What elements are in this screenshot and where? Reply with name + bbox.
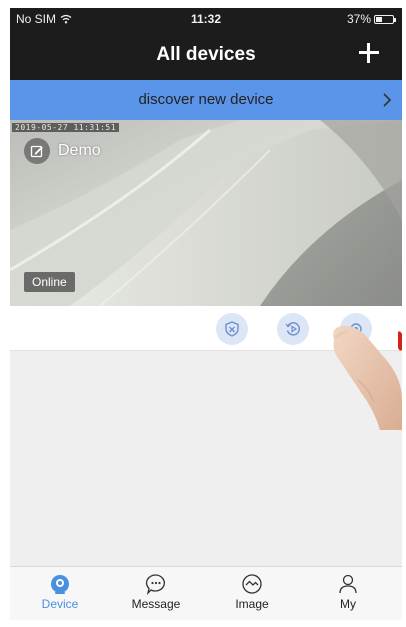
device-actions-row <box>10 306 402 351</box>
battery-icon <box>374 14 396 24</box>
message-icon <box>145 574 165 595</box>
tab-message-label: Message <box>131 597 181 611</box>
device-name-row: Demo <box>24 138 101 164</box>
battery-percent: 37% <box>346 12 371 26</box>
status-time: 11:32 <box>190 12 222 26</box>
tab-device-label: Device <box>41 597 79 611</box>
edit-icon[interactable] <box>24 138 50 164</box>
discover-label: discover new device <box>138 91 274 108</box>
tab-message[interactable]: Message <box>120 571 192 619</box>
tab-image-label: Image <box>235 597 269 611</box>
chevron-right-icon <box>383 93 392 107</box>
discover-device-banner[interactable]: discover new device <box>10 80 402 120</box>
settings-icon <box>350 323 362 335</box>
camera-timestamp: 2019-05-27 11:31:51 <box>12 123 120 132</box>
guard-button[interactable] <box>216 313 248 345</box>
camera-preview[interactable]: 2019-05-27 11:31:51 Demo Online <box>10 120 402 306</box>
phone-screen: No SIM 11:32 37% All devices discover ne… <box>10 8 402 620</box>
tab-device[interactable]: Device <box>24 571 96 619</box>
tab-my[interactable]: My <box>312 571 384 619</box>
top-bar: No SIM 11:32 37% All devices <box>10 8 402 80</box>
playback-icon <box>285 322 300 336</box>
shield-icon <box>225 321 239 337</box>
bottom-tab-bar: Device Message Image My <box>10 566 402 620</box>
settings-button[interactable] <box>340 313 372 345</box>
add-device-button[interactable] <box>354 38 384 68</box>
user-icon <box>339 574 357 594</box>
playback-button[interactable] <box>277 313 309 345</box>
tab-image[interactable]: Image <box>216 571 288 619</box>
status-battery: 37% <box>346 12 396 26</box>
page: No SIM 11:32 37% All devices discover ne… <box>0 0 406 627</box>
camera-icon <box>51 575 69 594</box>
tab-my-label: My <box>340 597 356 611</box>
page-title: All devices <box>156 44 256 65</box>
device-name: Demo <box>58 142 101 159</box>
image-icon <box>242 574 262 594</box>
status-badge: Online <box>24 272 75 292</box>
